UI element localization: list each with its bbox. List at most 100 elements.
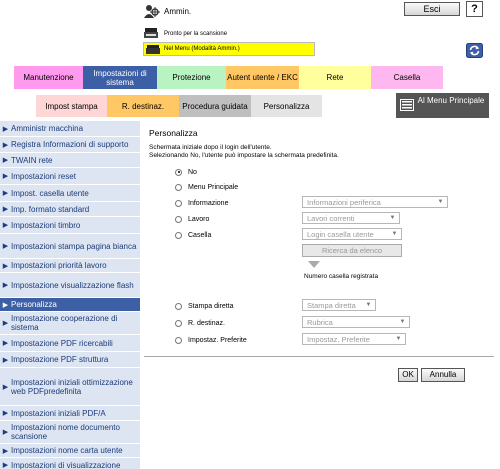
sidebar-item-imp-formato-standard[interactable]: ▶ Imp. formato standard: [0, 202, 140, 217]
sidebar-item-label: Amministr macchina: [11, 124, 84, 133]
admin-mode-bar: Nel Menu (Modalità Ammin.): [143, 42, 315, 56]
sidebar-item-impostazioni-stampa-pagina-bianca[interactable]: ▶ Impostazioni stampa pagina bianca: [0, 234, 140, 259]
select-value: Lavori correnti: [307, 213, 355, 223]
stampa-diretta-select[interactable]: Stampa diretta ▼: [302, 299, 376, 311]
impostaz-preferite-select[interactable]: Impostaz. Preferite ▼: [302, 333, 406, 345]
arrow-right-icon: ▶: [2, 157, 9, 164]
radio-lavoro[interactable]: [175, 215, 182, 223]
option-impostaz-preferite[interactable]: Impostaz. Preferite: [175, 335, 247, 345]
sidebar-item-amministr-macchina[interactable]: ▶ Amministr macchina: [0, 121, 140, 137]
radio-casella[interactable]: [175, 231, 182, 239]
radio-stampa-diretta[interactable]: [175, 302, 182, 310]
box-registered-label: Numero casella registrata: [304, 273, 379, 280]
tab-procedura-guidata[interactable]: Procedura guidata: [179, 95, 251, 117]
scanner-status-icon: [144, 27, 158, 39]
sidebar-item-impostazioni-di-visualizzazione[interactable]: ▶ Impostazioni di visualizzazione: [0, 458, 140, 469]
arrow-right-icon: ▶: [2, 429, 9, 436]
ok-button[interactable]: OK: [398, 368, 418, 382]
sidebar-item-impostazione-visualizzazione-flash[interactable]: ▶ Impostazione visualizzazione flash: [0, 273, 140, 298]
sidebar-item-impostazioni-nome-carta-utente[interactable]: ▶ Impostazioni nome carta utente: [0, 444, 140, 458]
arrow-right-icon: ▶: [2, 141, 9, 149]
option-label: Informazione: [188, 199, 229, 207]
arrow-right-icon: ▶: [2, 356, 9, 364]
sidebar-item-impostazioni-nome-documento-scansione[interactable]: ▶ Impostazioni nome documento scansione: [0, 421, 140, 444]
option-informazione[interactable]: Informazione: [175, 198, 228, 208]
arrow-right-icon: ▶: [2, 206, 9, 213]
option-stampa-diretta[interactable]: Stampa diretta: [175, 301, 234, 311]
radio-menu-principale[interactable]: [175, 183, 182, 191]
sidebar-item-label: Registra Informazioni di supporto: [11, 140, 129, 149]
sidebar-item-label: Impostazioni nome carta utente: [11, 446, 123, 455]
chevron-down-icon: ▼: [365, 302, 372, 308]
radio-no[interactable]: [175, 168, 182, 176]
radio-informazione[interactable]: [175, 199, 182, 207]
option-casella[interactable]: Casella: [175, 230, 211, 240]
sidebar-item-impostazioni-reset[interactable]: ▶ Impostazioni reset: [0, 168, 140, 185]
select-value: Impostaz. Preferite: [307, 334, 370, 344]
sidebar-item-label: Impostazioni priorità lavoro: [11, 261, 107, 270]
sidebar-item-label: Impostazione cooperazione di sistema: [11, 314, 118, 332]
sidebar-item-label: Impostazione PDF struttura: [11, 355, 109, 364]
option-r-destinaz[interactable]: R. destinaz.: [175, 318, 225, 328]
select-value: Rubrica: [307, 317, 333, 327]
tab-rete[interactable]: Rete: [299, 66, 371, 89]
chevron-down-icon: ▼: [389, 215, 396, 221]
description-line-2: Selezionando No, l'utente può impostare …: [149, 152, 339, 159]
option-label: Stampa diretta: [188, 302, 234, 310]
informazione-select[interactable]: Informazioni periferica ▼: [302, 196, 448, 208]
main-menu-icon: [400, 99, 414, 111]
sidebar-item-impostazioni-priorita-lavoro[interactable]: ▶ Impostazioni priorità lavoro: [0, 259, 140, 273]
sidebar-item-registra-informazioni-supporto[interactable]: ▶ Registra Informazioni di supporto: [0, 137, 140, 153]
chevron-down-icon: ▼: [395, 336, 402, 342]
sidebar-item-impostazioni-iniziali-pdfa[interactable]: ▶ Impostazioni iniziali PDF/A: [0, 406, 140, 421]
tab-protezione[interactable]: Protezione: [157, 66, 226, 89]
option-label: R. destinaz.: [188, 319, 225, 327]
option-menu-principale[interactable]: Menu Principale: [175, 182, 238, 192]
main-menu-button[interactable]: Al Menu Principale: [396, 93, 489, 118]
sidebar-item-label: Impost. casella utente: [11, 188, 89, 198]
tab-r-destinaz[interactable]: R. destinaz.: [107, 95, 179, 117]
sidebar-item-personalizza[interactable]: ▶ Personalizza: [0, 298, 140, 312]
option-label: Lavoro: [188, 215, 210, 223]
refresh-button[interactable]: [466, 43, 483, 58]
radio-impostaz-preferite[interactable]: [175, 336, 182, 344]
arrow-right-icon: ▶: [2, 301, 9, 309]
r-destinaz-select[interactable]: Rubrica ▼: [302, 316, 410, 328]
device-status-text: Pronto per la scansione: [164, 31, 228, 37]
option-lavoro[interactable]: Lavoro: [175, 214, 209, 224]
select-value: Informazioni periferica: [307, 197, 381, 207]
tab-label: Manutenzione: [23, 73, 74, 82]
sidebar-item-impostazioni-timbro[interactable]: ▶ Impostazioni timbro: [0, 217, 140, 234]
option-no[interactable]: No: [175, 167, 197, 177]
sidebar-item-impostazione-pdf-ricercabili[interactable]: ▶ Impostazione PDF ricercabili: [0, 335, 140, 352]
arrow-right-icon: ▶: [2, 190, 9, 197]
sidebar-item-impostazione-cooperazione-sistema[interactable]: ▶ Impostazione cooperazione di sistema: [0, 312, 140, 335]
help-button[interactable]: ?: [466, 1, 483, 17]
tab-impostazioni-di-sistema[interactable]: Impostazioni di sistema: [83, 66, 157, 89]
option-label: Casella: [188, 231, 212, 239]
tab-label: Casella: [393, 73, 421, 82]
tab-impost-stampa[interactable]: Impost stampa: [36, 95, 107, 117]
arrow-right-icon: ▶: [2, 320, 9, 327]
tab-casella[interactable]: Casella: [371, 66, 443, 89]
logout-button[interactable]: Esci: [404, 2, 460, 16]
tab-autent-utente-ekc[interactable]: Autent utente / EKC: [226, 66, 299, 89]
cancel-button[interactable]: Annulla: [421, 368, 465, 382]
sidebar-item-label: Impostazioni timbro: [11, 220, 81, 230]
select-value: Login casella utente: [307, 229, 374, 239]
arrow-down-icon: [308, 261, 320, 268]
tab-personalizza[interactable]: Personalizza: [251, 95, 322, 117]
lavoro-select[interactable]: Lavori correnti ▼: [302, 212, 400, 224]
chevron-down-icon: ▼: [437, 199, 444, 205]
tab-manutenzione[interactable]: Manutenzione: [14, 66, 83, 89]
casella-select[interactable]: Login casella utente ▼: [302, 228, 402, 240]
search-from-list-button[interactable]: Ricerca da elenco: [302, 244, 402, 257]
arrow-right-icon: ▶: [2, 410, 9, 417]
sidebar-item-impostazioni-iniziali-ottimizzazione-web[interactable]: ▶ Impostazioni iniziali ottimizzazione we…: [0, 368, 140, 406]
sidebar-item-label: TWAIN rete: [11, 155, 53, 165]
divider: [144, 356, 494, 357]
radio-r-destinaz[interactable]: [175, 319, 182, 327]
sidebar-item-twain-rete[interactable]: ▶ TWAIN rete: [0, 153, 140, 168]
sidebar-item-impost-casella-utente[interactable]: ▶ Impost. casella utente: [0, 185, 140, 202]
sidebar-item-impostazione-pdf-struttura[interactable]: ▶ Impostazione PDF struttura: [0, 352, 140, 368]
